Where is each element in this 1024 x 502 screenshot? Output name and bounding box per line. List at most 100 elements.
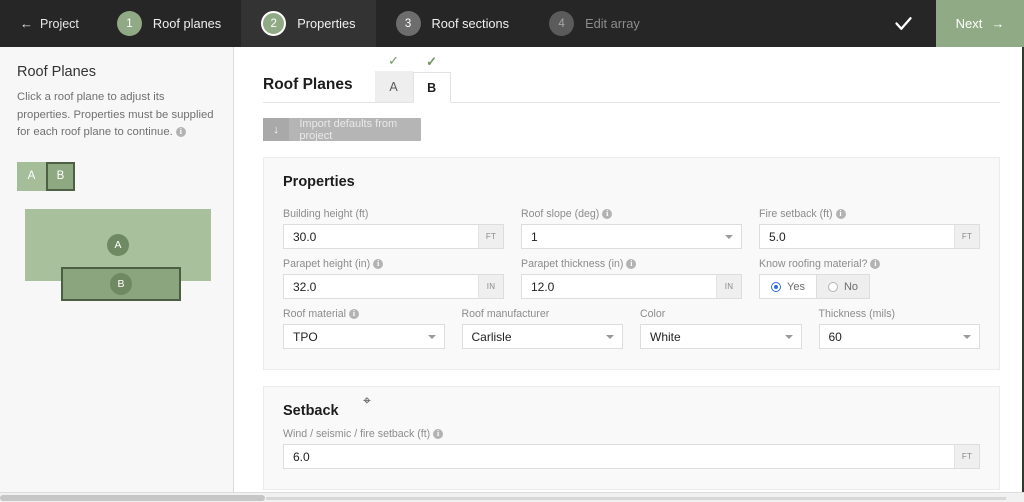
parapet-thickness-input[interactable] <box>522 275 716 298</box>
chevron-down-icon <box>427 334 436 339</box>
scrollbar-track-segment[interactable] <box>266 497 1006 500</box>
field-label: Roof material i <box>283 308 445 320</box>
parapet-thickness-input-wrap: IN <box>521 274 742 299</box>
scrollbar-thumb[interactable] <box>0 495 265 501</box>
color-select[interactable]: White <box>640 324 802 349</box>
field-label: Roof slope (deg) i <box>521 208 742 220</box>
properties-row-3: Roof material i TPO Roof manufacturer Ca… <box>283 299 980 349</box>
field-roof-manufacturer: Roof manufacturer Carlisle <box>461 308 623 349</box>
tab-label: B <box>427 80 437 95</box>
radio-dot-icon <box>827 281 838 292</box>
check-icon <box>894 17 912 30</box>
arrow-left-icon: ← <box>20 16 33 31</box>
app-root: ← Project 1 Roof planes 2 Properties 3 R… <box>0 0 1024 502</box>
main-content: Roof Planes ✓ A ✓ B ↓ Import defaults fr… <box>235 47 1024 492</box>
wind-seismic-fire-setback-input[interactable] <box>284 445 954 468</box>
radio-option-yes[interactable]: Yes <box>759 274 817 299</box>
step-roof-planes[interactable]: 1 Roof planes <box>97 0 241 47</box>
field-label: Building height (ft) <box>283 208 369 220</box>
step-number-badge: 4 <box>549 11 575 36</box>
back-to-project-label: Project <box>40 16 79 31</box>
back-to-project-button[interactable]: ← Project <box>0 0 97 47</box>
unit-label: IN <box>478 275 503 298</box>
tabs-title: Roof Planes <box>263 76 353 93</box>
radio-label: Yes <box>787 280 805 293</box>
unit-label: FT <box>954 445 979 468</box>
next-button[interactable]: Next → <box>936 0 1024 47</box>
roof-plane-shape-b[interactable]: B <box>61 266 181 301</box>
info-icon[interactable]: i <box>175 127 186 137</box>
horizontal-scrollbar[interactable] <box>0 492 1024 502</box>
chevron-down-icon <box>963 334 971 339</box>
radio-option-no[interactable]: No <box>816 274 871 299</box>
step-roof-sections[interactable]: 3 Roof sections <box>376 0 530 47</box>
field-wind-seismic-fire-setback: Wind / seismic / fire setback (ft) i FT <box>283 428 980 469</box>
properties-title: Properties <box>283 174 355 190</box>
download-arrow-icon: ↓ <box>263 118 290 141</box>
roof-manufacturer-value: Carlisle <box>471 329 512 344</box>
field-label-text: Roof slope (deg) <box>521 208 600 220</box>
field-label-text: Parapet height (in) <box>283 258 371 270</box>
roof-material-value: TPO <box>293 329 318 344</box>
building-height-input-wrap: FT <box>283 224 504 249</box>
tab-roof-plane-b[interactable]: ✓ B <box>412 55 451 103</box>
field-label-text: Parapet thickness (in) <box>521 258 624 270</box>
next-button-label: Next <box>955 16 983 31</box>
roof-plane-shape-label: B <box>110 272 132 295</box>
roof-plane-chip-group: A B <box>17 161 216 191</box>
unit-label: FT <box>478 225 503 248</box>
parapet-height-input[interactable] <box>284 275 478 298</box>
text-cursor-icon: ⌖ <box>363 395 371 409</box>
roof-plane-shape-label: A <box>107 233 129 256</box>
roof-slope-select[interactable]: 1 <box>521 224 742 249</box>
top-navigation-bar: ← Project 1 Roof planes 2 Properties 3 R… <box>0 0 1024 47</box>
info-icon[interactable]: i <box>602 209 613 219</box>
step-number-badge: 2 <box>261 11 287 36</box>
info-icon[interactable]: i <box>373 259 384 269</box>
chevron-down-icon <box>784 334 793 339</box>
field-color: Color White <box>640 308 802 349</box>
building-height-input[interactable] <box>284 225 478 248</box>
field-label: Parapet thickness (in) i <box>521 258 742 270</box>
fire-setback-input[interactable] <box>760 225 954 248</box>
info-icon[interactable]: i <box>433 429 444 439</box>
radio-label: No <box>843 280 859 293</box>
field-label-text: Wind / seismic / fire setback (ft) <box>283 428 431 440</box>
confirm-button[interactable] <box>870 0 936 47</box>
sidebar: Roof Planes Click a roof plane to adjust… <box>0 47 234 492</box>
sidebar-description: Click a roof plane to adjust its propert… <box>17 89 216 142</box>
check-icon: ✓ <box>388 53 400 68</box>
sidebar-title: Roof Planes <box>17 64 96 80</box>
thickness-value: 60 <box>828 329 842 344</box>
roof-slope-value: 1 <box>531 229 538 244</box>
step-edit-array: 4 Edit array <box>529 0 660 47</box>
step-properties[interactable]: 2 Properties <box>241 0 376 47</box>
field-thickness: Thickness (mils) 60 <box>818 308 980 349</box>
field-fire-setback: Fire setback (ft) i FT <box>759 208 980 249</box>
info-icon[interactable]: i <box>835 209 846 219</box>
tab-roof-plane-a[interactable]: ✓ A <box>374 54 413 102</box>
unit-label: FT <box>954 225 979 248</box>
field-roof-slope: Roof slope (deg) i 1 <box>521 208 742 249</box>
roof-material-select[interactable]: TPO <box>283 324 445 349</box>
info-icon[interactable]: i <box>870 259 881 269</box>
info-icon[interactable]: i <box>626 259 637 269</box>
roof-manufacturer-select[interactable]: Carlisle <box>461 324 623 349</box>
field-label: Wind / seismic / fire setback (ft) i <box>283 428 980 440</box>
tab-label: A <box>389 79 398 94</box>
info-icon[interactable]: i <box>348 309 359 319</box>
field-label: Roof manufacturer <box>461 308 550 320</box>
roof-plane-diagram: A B <box>17 208 217 317</box>
import-defaults-button[interactable]: ↓ Import defaults from project <box>263 118 421 142</box>
know-roofing-material-radio-group: Yes No <box>759 274 980 299</box>
roof-plane-chip-b[interactable]: B <box>46 161 75 191</box>
field-label: Color <box>640 308 666 320</box>
thickness-select[interactable]: 60 <box>818 324 980 349</box>
step-label: Roof sections <box>431 16 510 31</box>
step-label: Edit array <box>585 16 640 31</box>
field-roof-material: Roof material i TPO <box>283 308 445 349</box>
field-building-height: Building height (ft) FT <box>283 208 504 249</box>
roof-plane-chip-a[interactable]: A <box>17 161 46 191</box>
chevron-down-icon <box>606 334 614 339</box>
parapet-height-input-wrap: IN <box>283 274 504 299</box>
